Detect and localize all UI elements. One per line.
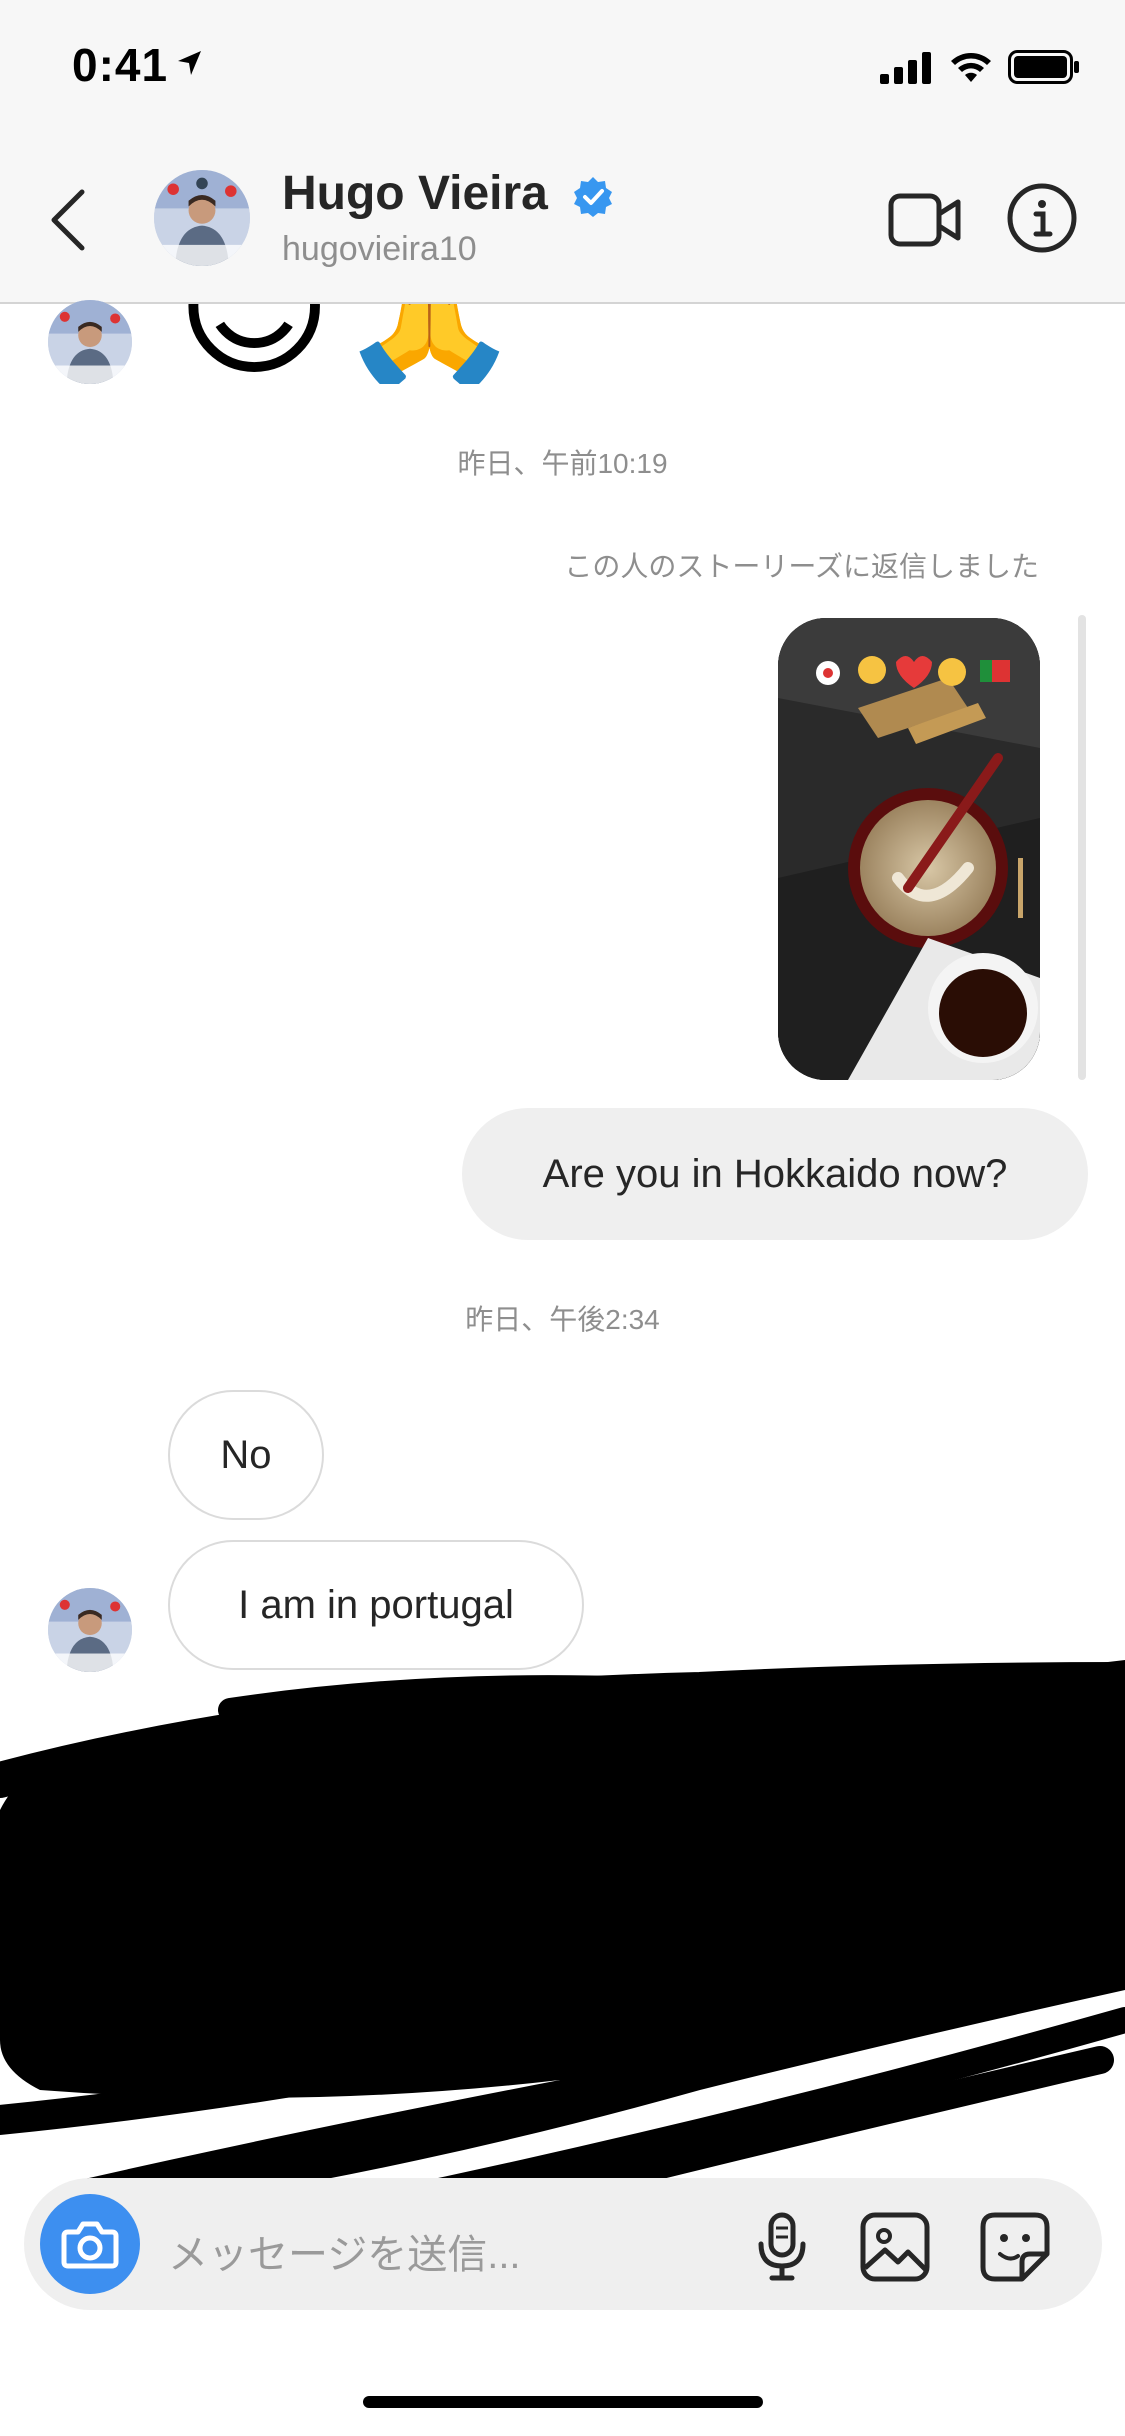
- timestamp: 昨日、午後2:34: [465, 1304, 660, 1335]
- message-composer: メッセージを送信...: [24, 2178, 1102, 2310]
- redaction-scribble: [0, 1660, 1125, 2233]
- praying-hands-emoji: 🙏: [336, 304, 523, 384]
- wifi-icon: [948, 48, 994, 89]
- message-input[interactable]: メッセージを送信...: [168, 2222, 521, 2280]
- received-message-bubble[interactable]: No: [168, 1390, 324, 1520]
- battery-icon: [1008, 50, 1080, 89]
- conversation-header: Hugo Vieira hugovieira10: [0, 140, 1125, 304]
- home-indicator[interactable]: [363, 2396, 763, 2408]
- verified-badge-icon: [572, 176, 614, 223]
- timestamp: 昨日、午前10:19: [457, 448, 668, 479]
- camera-button[interactable]: [40, 2194, 140, 2294]
- sticker-icon[interactable]: [980, 2212, 1050, 2287]
- story-reply-label: この人のストーリーズに返信しました: [564, 551, 1039, 582]
- cellular-signal-icon: [880, 52, 934, 89]
- status-time: 0:41: [72, 39, 169, 91]
- status-bar: 0:41: [0, 0, 1125, 140]
- info-icon[interactable]: [1006, 182, 1078, 259]
- smiling-emoji: 😊: [176, 304, 332, 384]
- avatar[interactable]: [48, 300, 132, 384]
- video-call-icon[interactable]: [888, 190, 962, 255]
- location-arrow-icon: [175, 48, 205, 83]
- emoji-message: 😊 🙏: [170, 304, 530, 384]
- contact-username[interactable]: hugovieira10: [282, 230, 477, 269]
- story-thumbnail[interactable]: [778, 618, 1040, 1080]
- contact-name[interactable]: Hugo Vieira: [282, 166, 548, 221]
- avatar[interactable]: [154, 170, 250, 266]
- sent-message-bubble[interactable]: Are you in Hokkaido now?: [462, 1108, 1088, 1240]
- gallery-icon[interactable]: [860, 2212, 930, 2287]
- back-chevron-icon[interactable]: [48, 188, 88, 257]
- microphone-icon[interactable]: [752, 2212, 812, 2287]
- received-message-bubble[interactable]: I am in portugal: [168, 1540, 584, 1670]
- scroll-indicator: [1078, 615, 1086, 1080]
